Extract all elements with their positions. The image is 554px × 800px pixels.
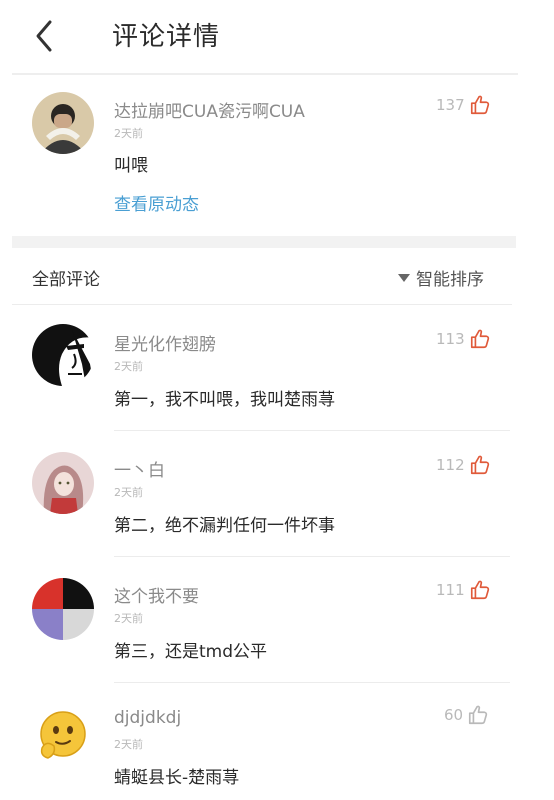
sort-label: 智能排序 — [416, 270, 484, 290]
view-original-post-link[interactable]: 查看原动态 — [114, 190, 199, 215]
chevron-left-icon — [36, 20, 52, 52]
comment-timestamp: 2天前 — [114, 612, 143, 625]
comment-like-button[interactable]: 113 — [436, 327, 491, 351]
header-divider — [12, 73, 518, 75]
comment-avatar[interactable] — [32, 704, 94, 766]
section-separator — [12, 236, 516, 248]
caret-down-icon — [398, 273, 410, 282]
comment-divider — [114, 682, 510, 683]
comment-author-name[interactable]: 这个我不要 — [114, 582, 199, 607]
comment-like-button[interactable]: 111 — [436, 578, 491, 602]
comment-avatar[interactable] — [32, 578, 94, 640]
back-button[interactable] — [28, 16, 62, 56]
thumbs-up-icon — [470, 95, 489, 115]
comment-timestamp: 2天前 — [114, 738, 143, 751]
post-author-avatar[interactable] — [32, 92, 94, 154]
comment-author-name[interactable]: 一丶白 — [114, 456, 165, 481]
comment-like-count: 60 — [444, 706, 464, 724]
comment-timestamp: 2天前 — [114, 360, 143, 373]
comment-like-count: 112 — [436, 456, 465, 474]
section-header-divider — [12, 304, 512, 305]
comment-text: 第二，绝不漏判任何一件坏事 — [114, 516, 335, 536]
post-text: 叫喂 — [114, 156, 148, 176]
sort-dropdown[interactable]: 智能排序 — [398, 265, 484, 290]
comment-timestamp: 2天前 — [114, 486, 143, 499]
thumbs-up-icon — [469, 705, 488, 725]
post-like-count: 137 — [436, 96, 465, 114]
comment-like-count: 113 — [436, 330, 465, 348]
comment-author-name[interactable]: djdjdkdj — [114, 708, 181, 728]
top-bar: 评论详情 — [0, 0, 554, 74]
post-author-name[interactable]: 达拉崩吧CUA瓷污啊CUA — [114, 97, 305, 122]
comment-like-button[interactable]: 60 — [444, 703, 489, 727]
comment-text: 蜻蜓县长-楚雨荨 — [114, 768, 240, 788]
comment-divider — [114, 430, 510, 431]
thumbs-up-icon — [470, 329, 489, 349]
comment-author-name[interactable]: 星光化作翅膀 — [114, 330, 216, 355]
thumbs-up-icon — [470, 580, 489, 600]
all-comments-label: 全部评论 — [32, 270, 100, 290]
comment-text: 第三，还是tmd公平 — [114, 642, 268, 662]
comment-like-count: 111 — [436, 581, 465, 599]
comment-avatar[interactable] — [32, 452, 94, 514]
comment-avatar[interactable] — [32, 324, 94, 386]
comment-divider — [114, 556, 510, 557]
thumbs-up-icon — [470, 455, 489, 475]
comment-text: 第一，我不叫喂，我叫楚雨荨 — [114, 390, 335, 410]
post-timestamp: 2天前 — [114, 127, 143, 140]
comment-like-button[interactable]: 112 — [436, 453, 491, 477]
post-like-button[interactable]: 137 — [436, 93, 491, 117]
page-title: 评论详情 — [112, 22, 221, 52]
